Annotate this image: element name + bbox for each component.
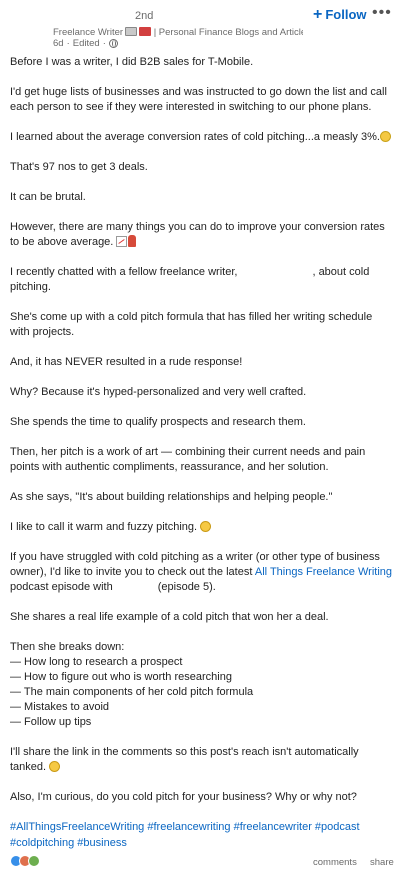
hashtag-link[interactable]: #podcast bbox=[315, 821, 360, 833]
hashtag-list: #AllThingsFreelanceWriting #freelancewri… bbox=[10, 819, 390, 851]
hashtag-link[interactable]: #business bbox=[77, 837, 127, 849]
post-paragraph: I like to call it warm and fuzzy pitchin… bbox=[10, 520, 394, 535]
post-paragraph: She shares a real life example of a cold… bbox=[10, 611, 329, 623]
post-meta: 6d · Edited · bbox=[53, 38, 118, 49]
separator-dot: · bbox=[102, 38, 106, 49]
follow-button[interactable]: + Follow bbox=[313, 6, 367, 23]
post-paragraph: However, there are many things you can d… bbox=[10, 220, 394, 250]
post-text: I recently chatted with a fellow freelan… bbox=[10, 266, 238, 278]
post-paragraph: Then she breaks down: bbox=[10, 641, 125, 653]
list-item: — Mistakes to avoid bbox=[10, 701, 110, 713]
support-reaction-icon bbox=[28, 855, 40, 867]
list-item: — The main components of her cold pitch … bbox=[10, 686, 254, 698]
post-paragraph: I recently chatted with a fellow freelan… bbox=[10, 265, 394, 295]
podcast-link[interactable]: All Things Freelance Writing bbox=[255, 566, 392, 578]
more-options-icon[interactable]: ••• bbox=[372, 4, 392, 22]
author-role: Freelance Writer bbox=[53, 27, 124, 38]
post-paragraph: I'll share the link in the comments so t… bbox=[10, 745, 394, 775]
post-paragraph: Before I was a writer, I did B2B sales f… bbox=[10, 56, 254, 68]
post-text: I'll share the link in the comments so t… bbox=[10, 746, 359, 773]
post-text: I like to call it warm and fuzzy pitchin… bbox=[10, 521, 198, 533]
post-paragraph: I learned about the average conversion r… bbox=[10, 130, 394, 145]
list-item: — How long to research a prospect bbox=[10, 656, 183, 668]
grinning-sweat-emoji-icon bbox=[49, 761, 61, 772]
post-paragraph: As she says, "It's about building relati… bbox=[10, 491, 333, 503]
post-paragraph: She's come up with a cold pitch formula … bbox=[10, 311, 373, 338]
smiling-face-emoji-icon bbox=[200, 521, 212, 532]
globe-icon bbox=[108, 39, 118, 48]
post-text: However, there are many things you can d… bbox=[10, 221, 385, 248]
list-item: — Follow up tips bbox=[10, 716, 92, 728]
plus-icon: + bbox=[313, 6, 323, 23]
share-count-link[interactable]: share bbox=[370, 857, 394, 868]
chart-emoji-icon bbox=[116, 236, 128, 247]
flag-icon bbox=[125, 27, 138, 36]
connection-degree: 2nd bbox=[135, 10, 154, 22]
follow-label: Follow bbox=[325, 7, 367, 22]
hashtag-link[interactable]: #freelancewriter bbox=[234, 821, 312, 833]
feed-post: 2nd Freelance Writer | Personal Finance … bbox=[0, 0, 400, 875]
post-paragraph: It can be brutal. bbox=[10, 191, 86, 203]
post-text: podcast episode with bbox=[10, 581, 113, 593]
post-paragraph: I'd get huge lists of businesses and was… bbox=[10, 86, 387, 113]
list-item: — How to figure out who is worth researc… bbox=[10, 671, 232, 683]
post-paragraph: If you have struggled with cold pitching… bbox=[10, 550, 394, 595]
person-emoji-icon bbox=[128, 235, 137, 247]
author-headline-text: | Personal Finance Blogs and Articles... bbox=[153, 27, 303, 38]
post-paragraph: She spends the time to qualify prospects… bbox=[10, 416, 306, 428]
post-paragraph: Also, I'm curious, do you cold pitch for… bbox=[10, 791, 357, 803]
flag-icon bbox=[139, 27, 152, 36]
hashtag-link[interactable]: #freelancewriting bbox=[147, 821, 230, 833]
author-headline[interactable]: Freelance Writer | Personal Finance Blog… bbox=[53, 27, 303, 38]
post-paragraph: That's 97 nos to get 3 deals. bbox=[10, 161, 148, 173]
post-paragraph: Why? Because it's hyped-personalized and… bbox=[10, 386, 307, 398]
weary-face-emoji-icon bbox=[379, 131, 391, 142]
post-text: (episode 5). bbox=[157, 581, 216, 593]
edited-label: Edited bbox=[72, 38, 100, 49]
comments-count-link[interactable]: comments bbox=[313, 857, 357, 868]
hashtag-link[interactable]: #coldpitching bbox=[10, 837, 74, 849]
post-time: 6d bbox=[53, 38, 64, 49]
separator-dot: · bbox=[66, 38, 70, 49]
hashtag-link[interactable]: #AllThingsFreelanceWriting bbox=[10, 821, 144, 833]
post-paragraph: Then, her pitch is a work of art — combi… bbox=[10, 446, 366, 473]
post-text: I learned about the average conversion r… bbox=[10, 131, 380, 143]
post-paragraph: And, it has NEVER resulted in a rude res… bbox=[10, 356, 243, 368]
reaction-icons[interactable] bbox=[10, 855, 40, 867]
